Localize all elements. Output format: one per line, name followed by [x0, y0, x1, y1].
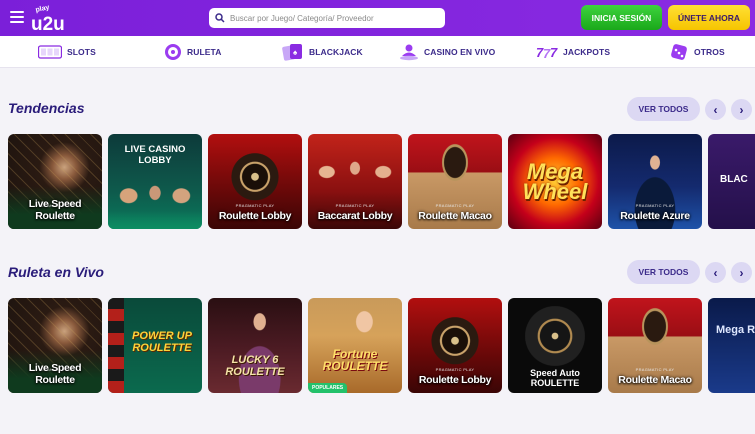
chevron-right-icon[interactable]: ›	[731, 262, 752, 283]
game-tile[interactable]: PRAGMATIC PLAY Live Speed Roulette	[8, 134, 102, 229]
svg-text:7: 7	[550, 45, 558, 60]
777-icon: 777	[536, 44, 558, 60]
game-tile[interactable]: Mega ROUL	[708, 298, 755, 393]
nav-label: RULETA	[187, 47, 222, 57]
game-name: Live Speed Roulette	[28, 362, 82, 386]
game-name: Speed Auto ROULETTE	[530, 368, 580, 388]
nav-label: BLACKJACK	[309, 47, 363, 57]
game-tile[interactable]: POWER UP ROULETTE	[108, 298, 202, 393]
nav-item-blackjack[interactable]: ♠ BLACKJACK	[282, 36, 363, 68]
game-tile[interactable]: Fortune ROULETTE POPULARES	[308, 298, 402, 393]
games-carousel-ruleta-en-vivo: PRAGMATIC PLAY Live Speed Roulette POWER…	[8, 298, 755, 393]
svg-text:play: play	[35, 4, 50, 14]
game-name: Mega ROUL	[716, 324, 755, 336]
category-nav: SLOTS RULETA ♠ BLACKJACK CASINO EN VIVO …	[0, 36, 755, 68]
section-title-tendencias: Tendencias	[8, 100, 85, 116]
game-name: Roulette Azure	[620, 210, 690, 222]
game-name: Roulette Lobby	[218, 210, 292, 222]
game-name: Roulette Macao	[618, 374, 692, 386]
provider-label: PRAGMATIC PLAY	[335, 203, 375, 208]
provider-label: PRAGMATIC PLAY	[635, 203, 675, 208]
dice-icon	[669, 42, 689, 62]
game-tile[interactable]: Mega Wheel	[508, 134, 602, 229]
join-button[interactable]: ÚNETE AHORA	[668, 5, 750, 30]
search-input[interactable]	[230, 13, 440, 23]
ver-todos-button[interactable]: VER TODOS	[627, 260, 700, 284]
ver-todos-button[interactable]: VER TODOS	[627, 97, 700, 121]
provider-label: PRAGMATIC PLAY	[435, 367, 475, 372]
slots-icon	[38, 45, 62, 59]
game-tile[interactable]: LIVE CASINO LOBBY	[108, 134, 202, 229]
nav-item-jackpots[interactable]: 777 JACKPOTS	[536, 36, 610, 68]
playuzu-logo[interactable]: play u2u	[30, 2, 76, 34]
games-carousel-tendencias: PRAGMATIC PLAY Live Speed Roulette LIVE …	[8, 134, 755, 229]
game-name: LIVE CASINO LOBBY	[124, 144, 186, 166]
chevron-right-icon[interactable]: ›	[731, 99, 752, 120]
populares-badge: POPULARES	[308, 383, 348, 393]
game-tile[interactable]: PRAGMATIC PLAY Baccarat Lobby	[308, 134, 402, 229]
game-tile[interactable]: LUCKY 6 ROULETTE	[208, 298, 302, 393]
game-name: Fortune ROULETTE	[322, 347, 388, 373]
game-name: POWER UP ROULETTE	[132, 330, 192, 354]
game-tile[interactable]: PRAGMATIC PLAY Roulette Lobby	[408, 298, 502, 393]
game-name: Live Speed Roulette	[28, 198, 82, 222]
game-tile[interactable]: BLAC	[708, 134, 755, 229]
search-bar[interactable]	[209, 8, 445, 28]
game-tile[interactable]: PRAGMATIC PLAY Roulette Azure	[608, 134, 702, 229]
section-title-ruleta-en-vivo: Ruleta en Vivo	[8, 264, 104, 280]
provider-label: PRAGMATIC PLAY	[635, 367, 675, 372]
game-tile[interactable]: PRAGMATIC PLAY Roulette Macao	[608, 298, 702, 393]
provider-label: PRAGMATIC PLAY	[435, 203, 475, 208]
provider-label: PRAGMATIC PLAY	[235, 203, 275, 208]
game-name: Roulette Lobby	[418, 374, 492, 386]
chevron-left-icon[interactable]: ‹	[705, 99, 726, 120]
roulette-icon	[164, 43, 182, 61]
nav-item-ruleta[interactable]: RULETA	[164, 36, 221, 68]
login-button[interactable]: INICIA SESIÓN	[581, 5, 662, 30]
game-name: Roulette Macao	[418, 210, 492, 222]
menu-icon[interactable]	[10, 11, 24, 23]
game-tile[interactable]: PRAGMATIC PLAY Roulette Lobby	[208, 134, 302, 229]
nav-item-slots[interactable]: SLOTS	[38, 36, 96, 68]
game-name: BLAC	[720, 174, 748, 185]
search-icon	[215, 13, 225, 23]
game-tile[interactable]: PRAGMATIC PLAY Live Speed Roulette	[8, 298, 102, 393]
svg-text:u2u: u2u	[31, 14, 65, 34]
game-tile[interactable]: PRAGMATIC PLAY Roulette Macao	[408, 134, 502, 229]
nav-label: SLOTS	[67, 47, 96, 57]
game-name: Mega Wheel	[522, 159, 588, 204]
cards-icon: ♠	[282, 43, 304, 61]
game-tile[interactable]: Speed Auto ROULETTE	[508, 298, 602, 393]
game-name: Baccarat Lobby	[317, 210, 393, 222]
top-header: play u2u INICIA SESIÓN ÚNETE AHORA	[0, 0, 755, 36]
nav-label: CASINO EN VIVO	[424, 47, 496, 57]
game-name: LUCKY 6 ROULETTE	[225, 354, 285, 378]
live-dealer-icon	[399, 43, 419, 61]
nav-label: OTROS	[694, 47, 725, 57]
chevron-left-icon[interactable]: ‹	[705, 262, 726, 283]
nav-label: JACKPOTS	[563, 47, 611, 57]
nav-item-otros[interactable]: OTROS	[669, 36, 725, 68]
nav-item-casino-en-vivo[interactable]: CASINO EN VIVO	[399, 36, 495, 68]
